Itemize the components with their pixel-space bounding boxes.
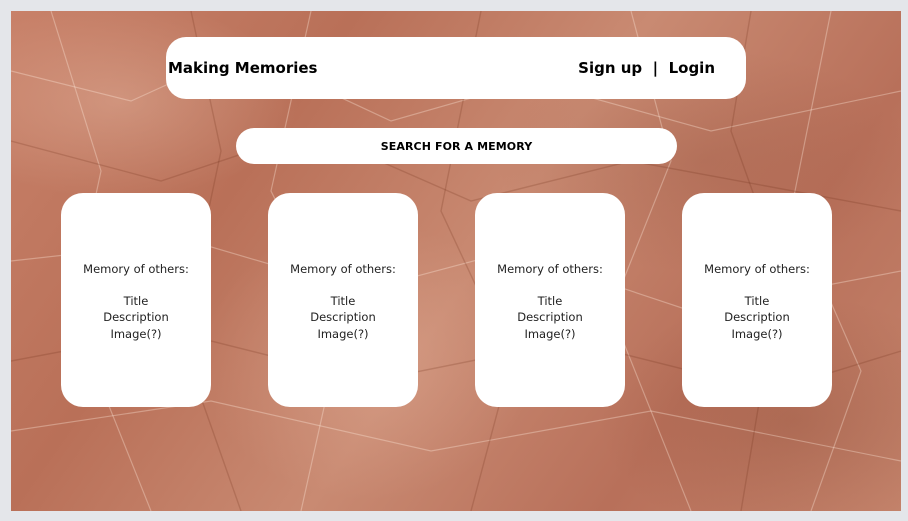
top-navigation-bar: Making Memories Sign up | Login (166, 37, 746, 99)
memory-card-image: Image(?) (524, 327, 576, 341)
memory-card-image: Image(?) (731, 327, 783, 341)
memory-card-title: Title (123, 294, 149, 308)
memory-card-heading: Memory of others: (497, 262, 603, 276)
memory-card-description: Description (517, 310, 583, 324)
memory-card[interactable]: Memory of others: Title Description Imag… (268, 193, 418, 407)
memory-card-title: Title (537, 294, 563, 308)
site-title: Making Memories (168, 59, 318, 77)
memory-card-image: Image(?) (317, 327, 369, 341)
search-memory-label: SEARCH FOR A MEMORY (380, 139, 533, 153)
crumpled-paper-background: Making Memories Sign up | Login SEARCH F… (11, 11, 901, 511)
memory-card[interactable]: Memory of others: Title Description Imag… (682, 193, 832, 407)
auth-separator: | (647, 59, 664, 77)
memory-card-heading: Memory of others: (704, 262, 810, 276)
memory-card[interactable]: Memory of others: Title Description Imag… (475, 193, 625, 407)
search-memory-button[interactable]: SEARCH FOR A MEMORY (236, 128, 677, 164)
memory-card-description: Description (310, 310, 376, 324)
memory-card-title: Title (744, 294, 770, 308)
memory-card-title: Title (330, 294, 356, 308)
auth-links: Sign up | Login (578, 59, 715, 77)
memory-card-image: Image(?) (110, 327, 162, 341)
memory-card-heading: Memory of others: (83, 262, 189, 276)
login-link[interactable]: Login (669, 59, 715, 77)
sign-up-link[interactable]: Sign up (578, 59, 642, 77)
memory-card[interactable]: Memory of others: Title Description Imag… (61, 193, 211, 407)
memory-card-heading: Memory of others: (290, 262, 396, 276)
memory-card-description: Description (103, 310, 169, 324)
memory-card-description: Description (724, 310, 790, 324)
